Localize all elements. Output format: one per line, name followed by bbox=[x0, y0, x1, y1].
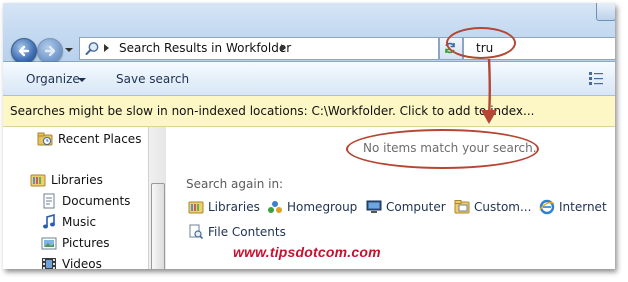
organize-button[interactable]: Organize bbox=[26, 72, 80, 86]
address-bar[interactable]: Search Results in Workfolder bbox=[79, 37, 439, 60]
nav-item-label: Documents bbox=[62, 194, 131, 208]
search-icon bbox=[85, 42, 99, 55]
info-bar[interactable]: Searches might be slow in non-indexed lo… bbox=[3, 96, 615, 127]
title-bar: Search Results in Workfolder tru bbox=[3, 3, 615, 64]
address-location[interactable]: Search Results in Workfolder bbox=[119, 41, 291, 55]
command-bar: Organize Save search bbox=[3, 62, 615, 96]
recent-places-icon bbox=[37, 132, 53, 146]
forward-button[interactable] bbox=[37, 38, 63, 64]
libraries-icon bbox=[30, 174, 46, 187]
search-again-label: Search again in: bbox=[186, 177, 284, 191]
chevron-down-icon bbox=[78, 78, 86, 82]
search-again-option-label: Homegroup bbox=[287, 200, 358, 214]
explorer-window: Search Results in Workfolder tru Organiz… bbox=[3, 3, 615, 269]
search-again-option-label: Custom... bbox=[474, 200, 532, 214]
nav-item-label: Pictures bbox=[62, 236, 110, 250]
documents-icon bbox=[43, 193, 55, 209]
computer-icon bbox=[366, 200, 382, 213]
navigation-scrollbar[interactable] bbox=[148, 127, 167, 269]
pictures-icon bbox=[41, 237, 57, 250]
homegroup-icon bbox=[268, 201, 282, 213]
annotation-ellipse bbox=[446, 27, 516, 59]
libraries-icon bbox=[188, 201, 204, 214]
search-again-option-label: Internet bbox=[559, 200, 607, 214]
nav-item-label: Videos bbox=[62, 257, 102, 269]
search-again-option-label: Libraries bbox=[208, 200, 260, 214]
breadcrumb-separator[interactable] bbox=[281, 44, 286, 52]
file-contents-label: File Contents bbox=[208, 225, 286, 239]
back-arrow-icon bbox=[18, 45, 30, 57]
annotation-ellipse bbox=[346, 129, 539, 169]
breadcrumb-separator[interactable] bbox=[104, 44, 109, 52]
videos-icon bbox=[42, 258, 56, 269]
info-bar-text[interactable]: Searches might be slow in non-indexed lo… bbox=[10, 104, 534, 118]
scrollbar-thumb[interactable] bbox=[151, 183, 165, 269]
internet-explorer-icon bbox=[539, 199, 555, 215]
watermark-text: www.tipsdotcom.com bbox=[233, 244, 381, 260]
navigation-pane: Recent Places Libraries Documents Music … bbox=[3, 127, 149, 269]
recent-pages-dropdown[interactable] bbox=[65, 48, 73, 52]
search-again-option-label: Computer bbox=[386, 200, 446, 214]
nav-item-label: Music bbox=[62, 215, 97, 229]
save-search-button[interactable]: Save search bbox=[116, 72, 189, 86]
music-icon bbox=[43, 214, 55, 229]
custom-folder-icon bbox=[454, 200, 470, 214]
view-options-icon[interactable] bbox=[589, 72, 603, 85]
nav-item-label: Libraries bbox=[51, 173, 103, 187]
forward-arrow-icon bbox=[44, 45, 56, 57]
back-button[interactable] bbox=[11, 38, 37, 64]
nav-item-label: Recent Places bbox=[58, 132, 142, 146]
window-control-button[interactable] bbox=[596, 3, 615, 21]
file-contents-icon bbox=[189, 224, 204, 240]
